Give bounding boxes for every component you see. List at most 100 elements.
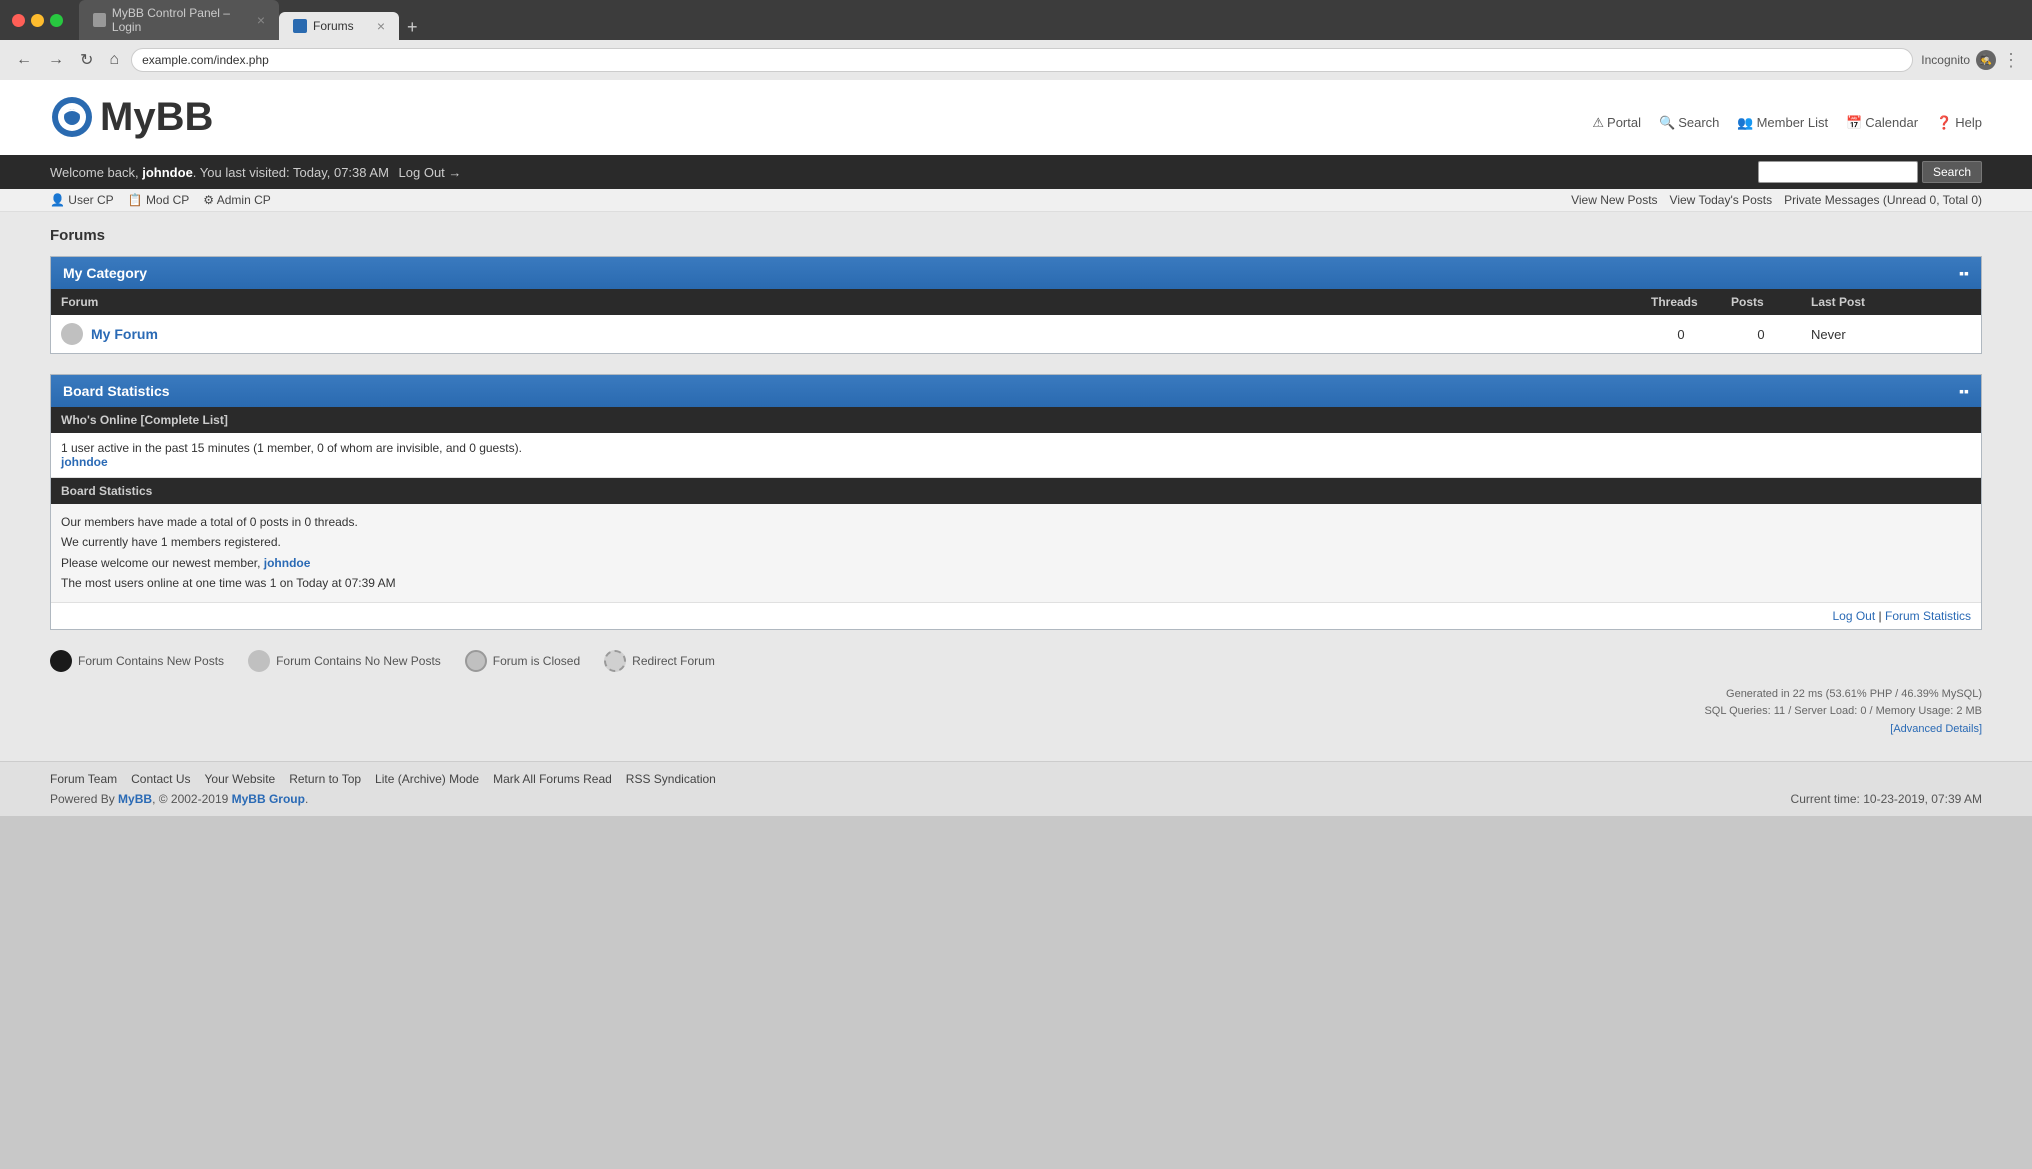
col-header-last-post: Last Post [1801,289,1981,315]
col-header-threads: Threads [1641,289,1721,315]
footer-mark-all-read[interactable]: Mark All Forums Read [493,772,612,786]
board-stats-area: Our members have made a total of 0 posts… [51,504,1981,602]
advanced-details-link[interactable]: [Advanced Details] [1890,723,1982,735]
browser-tab-2[interactable]: Forums × [279,12,399,40]
forward-button[interactable]: → [44,49,68,71]
search-input[interactable] [1758,161,1918,183]
stats-line-4: The most users online at one time was 1 … [61,573,1971,593]
minimize-window-button[interactable] [31,14,44,27]
reload-button[interactable]: ↻ [76,48,97,72]
board-statistics-collapse[interactable]: ▪▪ [1959,383,1969,399]
my-category-collapse[interactable]: ▪▪ [1959,265,1969,281]
tab-close-1[interactable]: × [257,12,265,28]
legend-closed-icon [465,650,487,672]
legend-new-posts-icon [50,650,72,672]
close-window-button[interactable] [12,14,25,27]
board-stats-sub-header: Board Statistics [51,478,1981,504]
maximize-window-button[interactable] [50,14,63,27]
admin-cp-link[interactable]: ⚙ Admin CP [203,193,270,207]
forum-threads-cell: 0 [1641,315,1721,353]
logout-link[interactable]: Log Out → [399,165,462,180]
page-title: Forums [50,227,1982,244]
nav-help[interactable]: ❓ Help [1936,115,1982,131]
whos-online-area: 1 user active in the past 15 minutes (1 … [51,433,1981,478]
logo-icon [50,95,95,140]
new-tab-button[interactable]: + [399,15,426,40]
my-category-section: My Category ▪▪ Forum Threads Posts Last … [50,256,1982,354]
incognito-label: Incognito [1921,53,1970,67]
address-bar[interactable] [131,48,1913,72]
forum-posts-cell: 0 [1721,315,1801,353]
whos-online-text: 1 user active in the past 15 minutes (1 … [61,441,1971,455]
powered-by-period: . [305,792,308,806]
board-statistics-title: Board Statistics [63,383,170,399]
nav-calendar[interactable]: 📅 Calendar [1846,115,1918,131]
legend-no-new-posts-label: Forum Contains No New Posts [276,654,441,668]
sub-nav-right: View New Posts View Today's Posts Privat… [1571,193,1982,207]
footer-lite-mode[interactable]: Lite (Archive) Mode [375,772,479,786]
footer-return-to-top[interactable]: Return to Top [289,772,361,786]
tab-favicon-2 [293,19,307,33]
home-button[interactable]: ⌂ [105,49,123,71]
last-visited-text: You last visited: Today, 07:38 AM [200,165,389,180]
header-nav: ⚠ Portal 🔍 Search 👥 Member List 📅 Calend… [1592,115,1982,131]
incognito-icon: 🕵 [1976,50,1996,70]
powered-by-name[interactable]: MyBB [118,792,152,806]
whos-online-link[interactable]: Who's Online [Complete List] [61,413,228,427]
user-cp-link[interactable]: 👤 User CP [50,193,114,207]
browser-chrome: MyBB Control Panel – Login × Forums × + … [0,0,2032,80]
legend-no-new-posts: Forum Contains No New Posts [248,650,441,672]
gen-info-line2: SQL Queries: 11 / Server Load: 0 / Memor… [50,703,1982,721]
footer-rss[interactable]: RSS Syndication [626,772,716,786]
forum-legend: Forum Contains New Posts Forum Contains … [50,650,1982,672]
browser-titlebar: MyBB Control Panel – Login × Forums × + [0,0,2032,40]
browser-tab-1[interactable]: MyBB Control Panel – Login × [79,0,279,40]
powered-by-post: , © 2002-2019 [152,792,232,806]
board-statistics-header: Board Statistics ▪▪ [51,375,1981,407]
whos-online-user[interactable]: johndoe [61,455,108,469]
nav-portal[interactable]: ⚠ Portal [1592,115,1641,131]
current-time-label: Current time: [1791,792,1860,806]
powered-by-group[interactable]: MyBB Group [232,792,305,806]
nav-member-list[interactable]: 👥 Member List [1737,115,1828,131]
footer-forum-statistics-link[interactable]: Forum Statistics [1885,609,1971,623]
welcome-bar: Welcome back, johndoe. You last visited:… [0,155,2032,189]
back-button[interactable]: ← [12,49,36,71]
legend-closed: Forum is Closed [465,650,580,672]
forum-last-post-cell: Never [1801,315,1981,353]
tab-close-2[interactable]: × [377,18,385,34]
private-messages-link[interactable]: Private Messages (Unread 0, Total 0) [1784,193,1982,207]
stats-line-2: We currently have 1 members registered. [61,532,1971,552]
forum-table-header-row: Forum Threads Posts Last Post [51,289,1981,315]
col-header-forum: Forum [51,289,1641,315]
footer-logout-link[interactable]: Log Out [1832,609,1875,623]
my-category-title: My Category [63,265,147,281]
tab-favicon-1 [93,13,106,27]
mod-cp-link[interactable]: 📋 Mod CP [128,193,190,207]
help-icon: ❓ [1936,115,1952,131]
site-logo-text: MyBB [100,95,213,140]
footer-forum-team[interactable]: Forum Team [50,772,117,786]
site-header: MyBB ⚠ Portal 🔍 Search 👥 Member List 📅 C… [0,80,2032,155]
nav-search[interactable]: 🔍 Search [1659,115,1719,131]
logo-area: MyBB [50,95,213,140]
footer-your-website[interactable]: Your Website [205,772,276,786]
search-button[interactable]: Search [1922,161,1982,183]
main-content: Forums My Category ▪▪ Forum Threads Post… [0,212,2032,761]
stats-footer: Log Out | Forum Statistics [51,602,1981,629]
tab-label-1: MyBB Control Panel – Login [112,6,251,34]
forum-name-cell: My Forum [51,315,1641,353]
forum-link[interactable]: My Forum [91,326,158,342]
footer-powered-by: Powered By MyBB, © 2002-2019 MyBB Group. [50,792,308,806]
incognito-area: Incognito 🕵 ⋮ [1921,50,2020,71]
gen-info-line1: Generated in 22 ms (53.61% PHP / 46.39% … [50,686,1982,704]
browser-addressbar: ← → ↻ ⌂ Incognito 🕵 ⋮ [0,40,2032,80]
legend-new-posts-label: Forum Contains New Posts [78,654,224,668]
footer-contact-us[interactable]: Contact Us [131,772,190,786]
view-todays-posts-link[interactable]: View Today's Posts [1670,193,1773,207]
browser-menu-button[interactable]: ⋮ [2002,50,2020,71]
newest-member-link[interactable]: johndoe [264,556,311,570]
search-area: Search [1758,161,1982,183]
view-new-posts-link[interactable]: View New Posts [1571,193,1657,207]
browser-window-controls [12,14,63,27]
